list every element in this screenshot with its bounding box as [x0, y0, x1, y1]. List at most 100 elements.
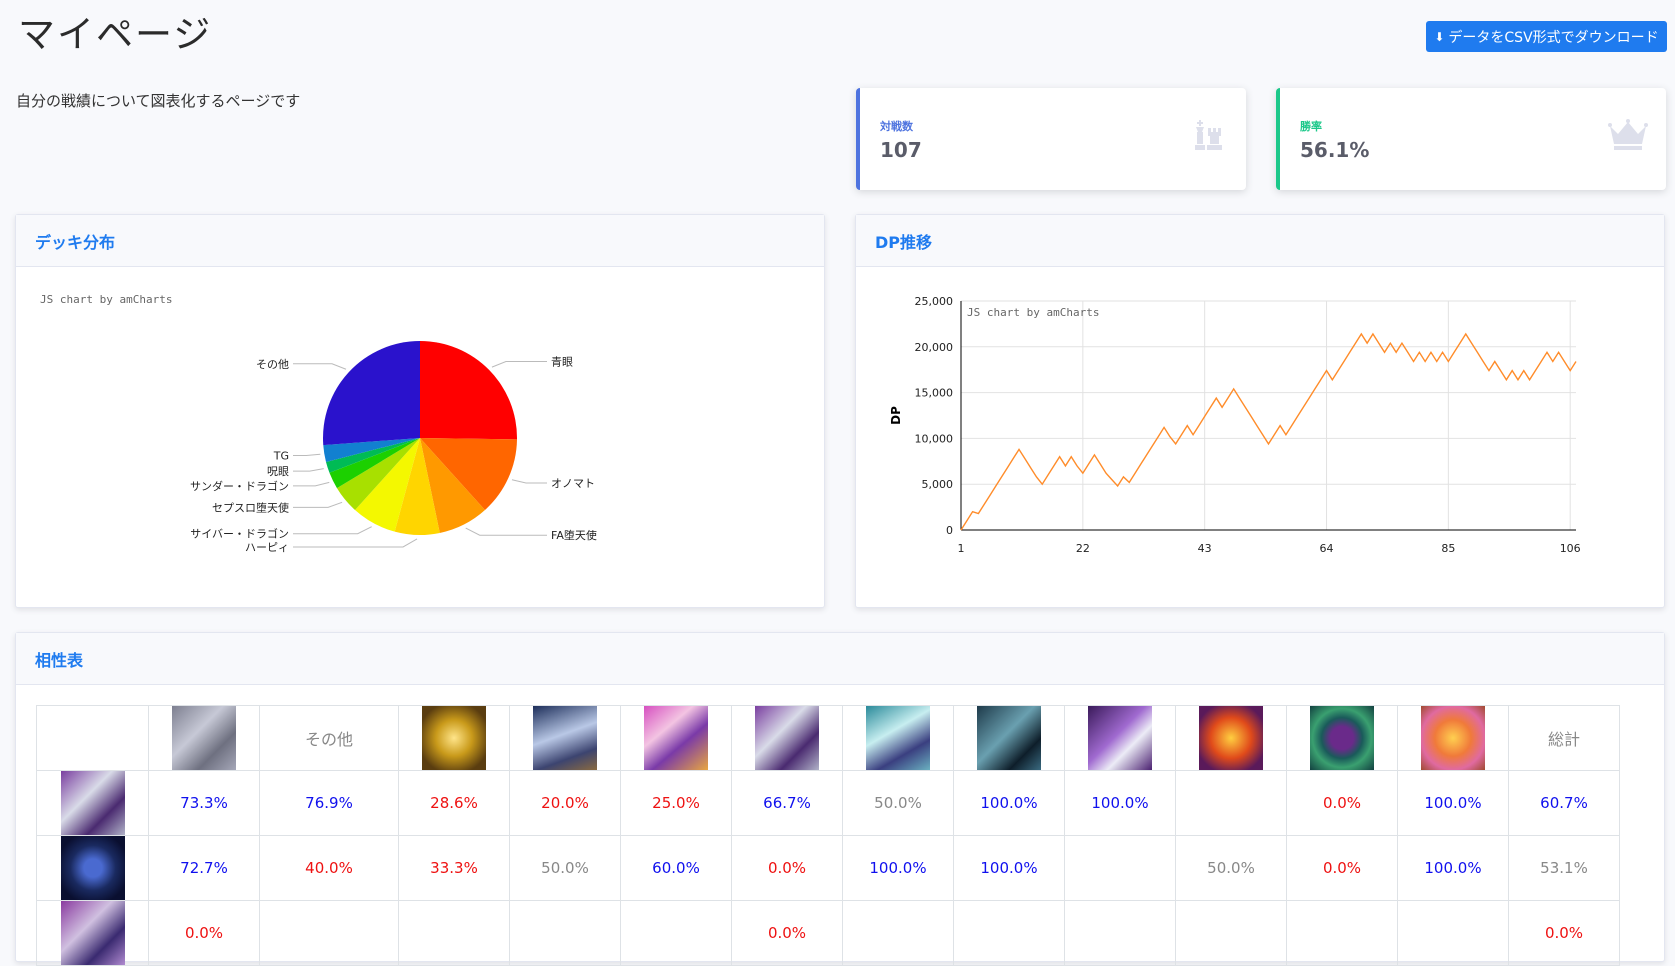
matchup-cell: 60.7%	[1508, 770, 1620, 836]
pie-label-line	[511, 479, 547, 484]
matchup-cell: 76.9%	[259, 770, 399, 836]
matchup-cell: 100.0%	[953, 770, 1065, 836]
deck-thumbnail	[1088, 706, 1152, 770]
y-axis-label: DP	[889, 406, 903, 425]
col-deck-7	[842, 705, 954, 771]
matchup-cell: 50.0%	[842, 770, 954, 836]
download-icon: ⬇	[1434, 29, 1445, 44]
winrate-value: 72.7%	[180, 859, 228, 877]
dp-transition-panel: DP推移 0 5,000 10,000 15,000 20,000 25,000 1 22 43…	[855, 214, 1665, 608]
col-other-label: その他	[304, 730, 353, 749]
winrate-value: 100.0%	[869, 859, 927, 877]
matchup-cell: 0.0%	[731, 835, 843, 901]
winrate-value: 40.0%	[305, 859, 353, 877]
pie-label: 呪眼	[267, 465, 289, 478]
row-deck-cell	[36, 900, 149, 966]
matchup-cell: 100.0%	[1397, 770, 1509, 836]
matchup-cell: 20.0%	[509, 770, 621, 836]
deck-thumbnail	[60, 901, 125, 965]
winrate-value: 66.7%	[763, 794, 811, 812]
matchup-cell: 33.3%	[398, 835, 510, 901]
battles-label: 対戦数	[880, 120, 913, 133]
pie-slice	[420, 341, 517, 440]
winrate-value: 56.1%	[1300, 138, 1370, 162]
matchup-cell	[1175, 900, 1287, 966]
dp-transition-title: DP推移	[856, 215, 1664, 267]
matchup-cell: 53.1%	[1508, 835, 1620, 901]
page-title: マイページ	[18, 13, 213, 56]
matchup-cell	[1064, 835, 1176, 901]
pie-label-line	[293, 468, 324, 472]
matchup-cell: 100.0%	[953, 835, 1065, 901]
battles-card: 対戦数 107	[856, 88, 1246, 190]
deck-thumbnail	[755, 706, 819, 770]
crown-icon	[1608, 119, 1648, 150]
matchup-row: 72.7% 40.0% 33.3% 50.0% 60.0% 0.0% 100.0% 100.0…	[36, 835, 1620, 901]
matchup-row: 73.3% 76.9% 28.6% 20.0% 25.0% 66.7% 50.0% 100.0…	[36, 770, 1620, 836]
matchup-cell: 0.0%	[1286, 770, 1398, 836]
matchup-cell: 100.0%	[1064, 770, 1176, 836]
dp-series-line	[960, 332, 1577, 531]
winrate-label: 勝率	[1300, 120, 1322, 133]
matchup-header-row: その他 総計	[36, 705, 1620, 771]
col-total-label: 総計	[1547, 730, 1580, 749]
winrate-value: 0.0%	[767, 859, 807, 877]
x-tick-label: 43	[1198, 542, 1212, 555]
matchup-cell	[1175, 770, 1287, 836]
pie-label: ハーピィ	[245, 541, 289, 554]
y-tick-label: 0	[946, 524, 953, 537]
matchup-cell	[620, 900, 732, 966]
pie-label-line	[293, 481, 330, 487]
deck-thumbnail	[1421, 706, 1485, 770]
col-deck-3	[398, 705, 510, 771]
col-total: 総計	[1508, 705, 1620, 771]
dp-line-chart: 0 5,000 10,000 15,000 20,000 25,000 1 22 43 64 85 1…	[889, 295, 1581, 555]
winrate-value: 50.0%	[541, 859, 589, 877]
col-deck-11	[1286, 705, 1398, 771]
x-tick-label: 1	[958, 542, 965, 555]
winrate-value: 100.0%	[1091, 794, 1149, 812]
col-deck-10	[1175, 705, 1287, 771]
matchup-cell: 28.6%	[398, 770, 510, 836]
deck-thumbnail	[1310, 706, 1374, 770]
matchup-title: 相性表	[16, 633, 1664, 685]
winrate-value: 100.0%	[1424, 794, 1482, 812]
matchup-cell: 72.7%	[148, 835, 260, 901]
pie-label: サイバー・ドラゴン	[190, 527, 289, 541]
winrate-value: 50.0%	[874, 794, 922, 812]
matchup-cell: 50.0%	[1175, 835, 1287, 901]
y-tick-label: 10,000	[915, 432, 954, 445]
winrate-value: 0.0%	[1544, 924, 1584, 942]
pie-label: TG	[273, 450, 289, 463]
pie-label: その他	[256, 358, 289, 371]
matchup-cell: 0.0%	[731, 900, 843, 966]
winrate-value: 0.0%	[184, 924, 224, 942]
y-tick-label: 5,000	[922, 478, 954, 491]
matchup-cell: 66.7%	[731, 770, 843, 836]
matchup-cell	[509, 900, 621, 966]
matchup-cell: 73.3%	[148, 770, 260, 836]
download-csv-label: データをCSV形式でダウンロード	[1448, 29, 1659, 46]
pie-label-line	[465, 527, 547, 536]
winrate-value: 0.0%	[1322, 794, 1362, 812]
deck-thumbnail	[172, 706, 236, 770]
row-deck-cell	[36, 835, 149, 901]
matchup-cell: 40.0%	[259, 835, 399, 901]
winrate-value: 33.3%	[430, 859, 478, 877]
pie-label-line	[491, 360, 547, 368]
download-csv-button[interactable]: ⬇ データをCSV形式でダウンロード	[1426, 21, 1667, 52]
winrate-value: 60.0%	[652, 859, 700, 877]
dp-chart-credit: JS chart by amCharts	[967, 306, 1099, 319]
deck-thumbnail	[644, 706, 708, 770]
pie-label: オノマト	[551, 477, 595, 490]
col-deck-6	[731, 705, 843, 771]
x-tick-label: 85	[1441, 542, 1455, 555]
winrate-value: 0.0%	[767, 924, 807, 942]
y-tick-label: 15,000	[915, 387, 954, 400]
matchup-cell: 25.0%	[620, 770, 732, 836]
winrate-value: 20.0%	[541, 794, 589, 812]
x-tick-label: 106	[1560, 542, 1581, 555]
x-tick-label: 22	[1076, 542, 1090, 555]
pie-label-line	[293, 526, 372, 535]
y-tick-label: 25,000	[915, 295, 954, 308]
